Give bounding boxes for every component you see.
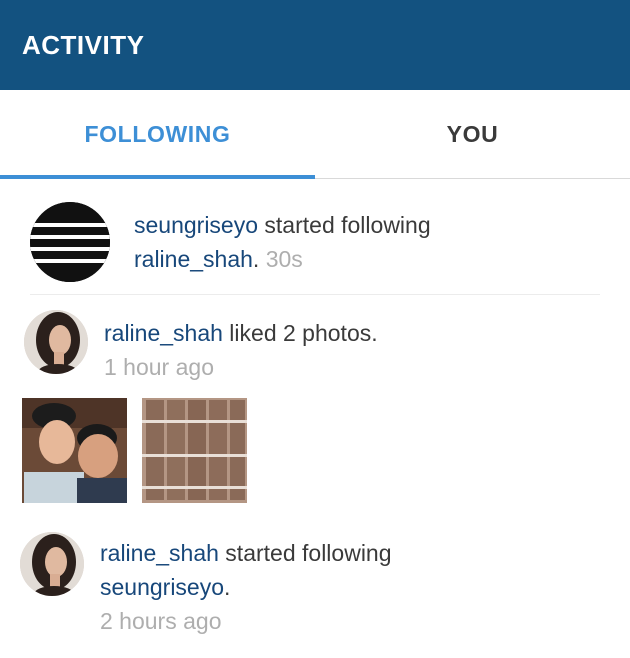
avatar-stripes-image: [30, 202, 110, 282]
timestamp: 2 hours ago: [100, 608, 222, 634]
activity-item: raline_shah liked 2 photos. 1 hour ago: [0, 298, 630, 520]
tab-following[interactable]: FOLLOWING: [0, 90, 315, 178]
liked-photo-thumbnail[interactable]: [22, 398, 127, 503]
timestamp: 1 hour ago: [104, 354, 214, 380]
activity-action: started following: [258, 212, 431, 238]
username-link[interactable]: raline_shah: [100, 540, 219, 566]
username-link[interactable]: raline_shah: [104, 320, 223, 346]
target-username-link[interactable]: raline_shah: [134, 246, 253, 272]
avatar[interactable]: [24, 310, 88, 374]
activity-action: liked 2 photos.: [222, 320, 378, 346]
avatar[interactable]: [20, 532, 84, 596]
activity-text: seungriseyo started following raline_sha…: [134, 208, 604, 276]
timestamp: 30s: [265, 246, 303, 272]
target-suffix: .: [252, 246, 260, 272]
activity-text: raline_shah started following seungrisey…: [100, 536, 590, 638]
username-link[interactable]: seungriseyo: [134, 212, 258, 238]
target-suffix: .: [224, 574, 231, 600]
activity-tabs: FOLLOWING YOU: [0, 90, 630, 179]
avatar-photo-image: [20, 532, 84, 596]
activity-action: started following: [218, 540, 392, 566]
liked-photo-thumbnail[interactable]: [142, 398, 247, 503]
tab-you[interactable]: YOU: [315, 90, 630, 178]
avatar-photo-image: [24, 310, 88, 374]
page-title: ACTIVITY: [22, 29, 145, 60]
striped-product-columns-image: [142, 398, 247, 503]
target-username-link[interactable]: seungriseyo: [100, 574, 224, 600]
divider: [30, 294, 600, 295]
activity-item: raline_shah started following seungrisey…: [0, 520, 630, 658]
avatar[interactable]: [30, 202, 110, 282]
top-bar: ACTIVITY: [0, 0, 630, 90]
activity-item: seungriseyo started following raline_sha…: [0, 178, 630, 298]
two-men-selfie-image: [22, 398, 127, 503]
activity-text: raline_shah liked 2 photos. 1 hour ago: [104, 316, 584, 384]
